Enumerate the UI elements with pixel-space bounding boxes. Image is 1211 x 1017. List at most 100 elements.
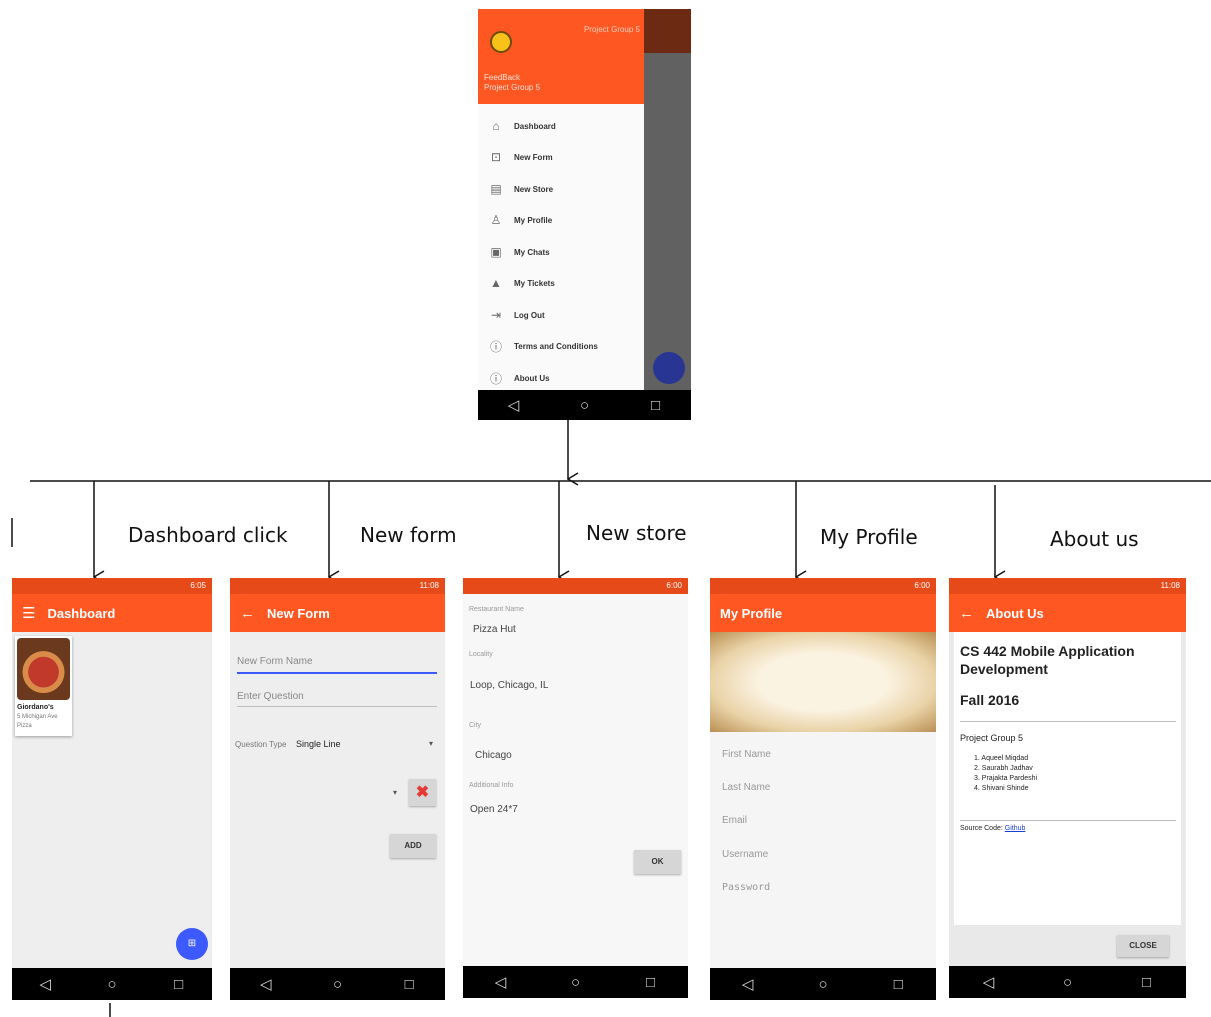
nav-home-icon[interactable]: ○ bbox=[327, 976, 347, 993]
form-name-input[interactable]: New Form Name bbox=[237, 656, 313, 667]
caption-dashboard-click: Dashboard click bbox=[128, 523, 288, 547]
drawer-header: Project Group 5 FeedBack Project Group 5 bbox=[478, 9, 644, 104]
nav-recents-icon[interactable]: □ bbox=[1137, 974, 1157, 991]
status-time: 6:00 bbox=[914, 581, 930, 590]
status-time: 6:05 bbox=[190, 581, 206, 590]
page-title: New Form bbox=[267, 605, 330, 621]
drawer-item-label: My Chats bbox=[514, 247, 550, 257]
nav-recents-icon[interactable]: □ bbox=[646, 397, 666, 414]
nav-back-icon[interactable]: ◁ bbox=[491, 973, 511, 991]
drawer-item-label: My Tickets bbox=[514, 278, 555, 288]
nav-back-icon[interactable]: ◁ bbox=[738, 975, 758, 993]
app-bar: ← About Us bbox=[949, 594, 1186, 632]
nav-back-icon[interactable]: ◁ bbox=[35, 975, 55, 993]
add-button[interactable]: ADD bbox=[390, 834, 436, 858]
person-icon: ♙ bbox=[490, 213, 502, 227]
drawer-item-label: Log Out bbox=[514, 310, 545, 320]
drawer-item-about-us[interactable]: ⓘ About Us bbox=[478, 363, 644, 393]
city-field[interactable]: Chicago bbox=[475, 750, 512, 761]
nav-recents-icon[interactable]: □ bbox=[888, 976, 908, 993]
status-time: 11:08 bbox=[1160, 581, 1180, 590]
system-nav-bar: ◁ ○ □ bbox=[710, 968, 936, 1000]
nav-recents-icon[interactable]: □ bbox=[169, 976, 189, 993]
drawer-item-my-chats[interactable]: ▣ My Chats bbox=[478, 237, 644, 267]
card-name: Giordano's bbox=[17, 704, 54, 711]
status-time: 11:08 bbox=[419, 581, 439, 590]
drawer-item-terms[interactable]: ⓘ Terms and Conditions bbox=[478, 331, 644, 361]
drawer-item-new-store[interactable]: ▤ New Store bbox=[478, 174, 644, 204]
nav-home-icon[interactable]: ○ bbox=[1058, 974, 1078, 991]
add-form-icon: ⊡ bbox=[490, 150, 502, 164]
locality-label: Locality bbox=[469, 651, 493, 658]
chevron-down-icon[interactable]: ▾ bbox=[429, 739, 433, 748]
member-item: 4. Shivani Shinde bbox=[974, 785, 1029, 792]
app-bar: ☰ Dashboard bbox=[12, 594, 212, 632]
menu-icon[interactable]: ☰ bbox=[22, 604, 35, 622]
locality-field[interactable]: Loop, Chicago, IL bbox=[470, 680, 548, 691]
drawer-item-my-tickets[interactable]: ▲ My Tickets bbox=[478, 268, 644, 298]
about-us-screen: 11:08 ← About Us CS 442 Mobile Applicati… bbox=[949, 578, 1186, 998]
question-input[interactable]: Enter Question bbox=[237, 691, 304, 702]
card-type: Pizza bbox=[17, 723, 32, 729]
question-type-select[interactable]: Single Line bbox=[296, 739, 341, 749]
system-nav-bar: ◁ ○ □ bbox=[463, 966, 688, 998]
drawer-scrim[interactable] bbox=[644, 9, 691, 390]
additional-info-field[interactable]: Open 24*7 bbox=[470, 804, 518, 815]
status-bar: 6:00 bbox=[710, 578, 936, 594]
nav-home-icon[interactable]: ○ bbox=[566, 974, 586, 991]
restaurant-name-label: Restaurant Name bbox=[469, 606, 524, 613]
close-button[interactable]: CLOSE bbox=[1117, 935, 1169, 957]
nav-recents-icon[interactable]: □ bbox=[399, 976, 419, 993]
ok-button[interactable]: OK bbox=[634, 850, 681, 874]
remove-question-button[interactable]: ✖ bbox=[409, 779, 436, 806]
source-code-line: Source Code: Github bbox=[960, 825, 1025, 832]
drawer-item-label: New Form bbox=[514, 152, 553, 162]
drawer-subtitle: Project Group 5 bbox=[484, 83, 541, 92]
question-type-label: Question Type bbox=[235, 740, 287, 749]
nav-back-icon[interactable]: ◁ bbox=[256, 975, 276, 993]
restaurant-name-field[interactable]: Pizza Hut bbox=[473, 624, 516, 635]
scrim-fab bbox=[653, 352, 685, 384]
github-link[interactable]: Github bbox=[1005, 825, 1026, 832]
profile-cover-image bbox=[710, 632, 936, 732]
logout-icon: ⇥ bbox=[490, 308, 502, 322]
email-field[interactable]: Email bbox=[722, 815, 747, 826]
nav-home-icon[interactable]: ○ bbox=[102, 976, 122, 993]
page-title: Dashboard bbox=[47, 605, 116, 621]
status-bar: 6:00 bbox=[463, 578, 688, 594]
nav-back-icon[interactable]: ◁ bbox=[979, 973, 999, 991]
drawer-item-new-form[interactable]: ⊡ New Form bbox=[478, 142, 644, 172]
home-icon: ⌂ bbox=[492, 119, 500, 133]
username-field[interactable]: Username bbox=[722, 849, 768, 860]
store-card[interactable]: Giordano's 5 Michigan Ave Pizza bbox=[15, 636, 72, 736]
new-store-screen: 6:00 Restaurant Name Pizza Hut Locality … bbox=[463, 578, 688, 998]
info-icon: ⓘ bbox=[489, 371, 502, 386]
drawer-corner-text: Project Group 5 bbox=[583, 25, 640, 34]
last-name-field[interactable]: Last Name bbox=[722, 782, 770, 793]
drawer-screen: Project Group 5 FeedBack Project Group 5… bbox=[478, 9, 691, 420]
first-name-field[interactable]: First Name bbox=[722, 749, 771, 760]
nav-home-icon[interactable]: ○ bbox=[575, 397, 595, 414]
chevron-down-icon[interactable]: ▾ bbox=[393, 788, 397, 797]
nav-back-icon[interactable]: ◁ bbox=[504, 396, 524, 414]
nav-recents-icon[interactable]: □ bbox=[641, 974, 661, 991]
card-address: 5 Michigan Ave bbox=[17, 714, 58, 720]
status-time: 6:00 bbox=[666, 581, 682, 590]
back-icon[interactable]: ← bbox=[240, 605, 255, 622]
add-fab[interactable]: ⊞ bbox=[176, 928, 208, 960]
password-field[interactable]: Password bbox=[722, 882, 770, 893]
divider bbox=[960, 721, 1176, 722]
drawer-item-log-out[interactable]: ⇥ Log Out bbox=[478, 300, 644, 330]
drawer-item-my-profile[interactable]: ♙ My Profile bbox=[478, 205, 644, 235]
nav-home-icon[interactable]: ○ bbox=[813, 976, 833, 993]
warning-icon: ▲ bbox=[490, 276, 502, 290]
form-name-underline bbox=[237, 672, 437, 674]
chat-icon: ▣ bbox=[490, 245, 502, 259]
store-icon: ▤ bbox=[490, 182, 502, 196]
my-profile-screen: 6:00 My Profile First Name Last Name Ema… bbox=[710, 578, 936, 1000]
system-nav-bar: ◁ ○ □ bbox=[12, 968, 212, 1000]
source-code-label: Source Code: bbox=[960, 825, 1003, 832]
drawer-item-dashboard[interactable]: ⌂ Dashboard bbox=[478, 111, 644, 141]
caption-about-us: About us bbox=[1050, 527, 1139, 551]
back-icon[interactable]: ← bbox=[959, 605, 974, 622]
